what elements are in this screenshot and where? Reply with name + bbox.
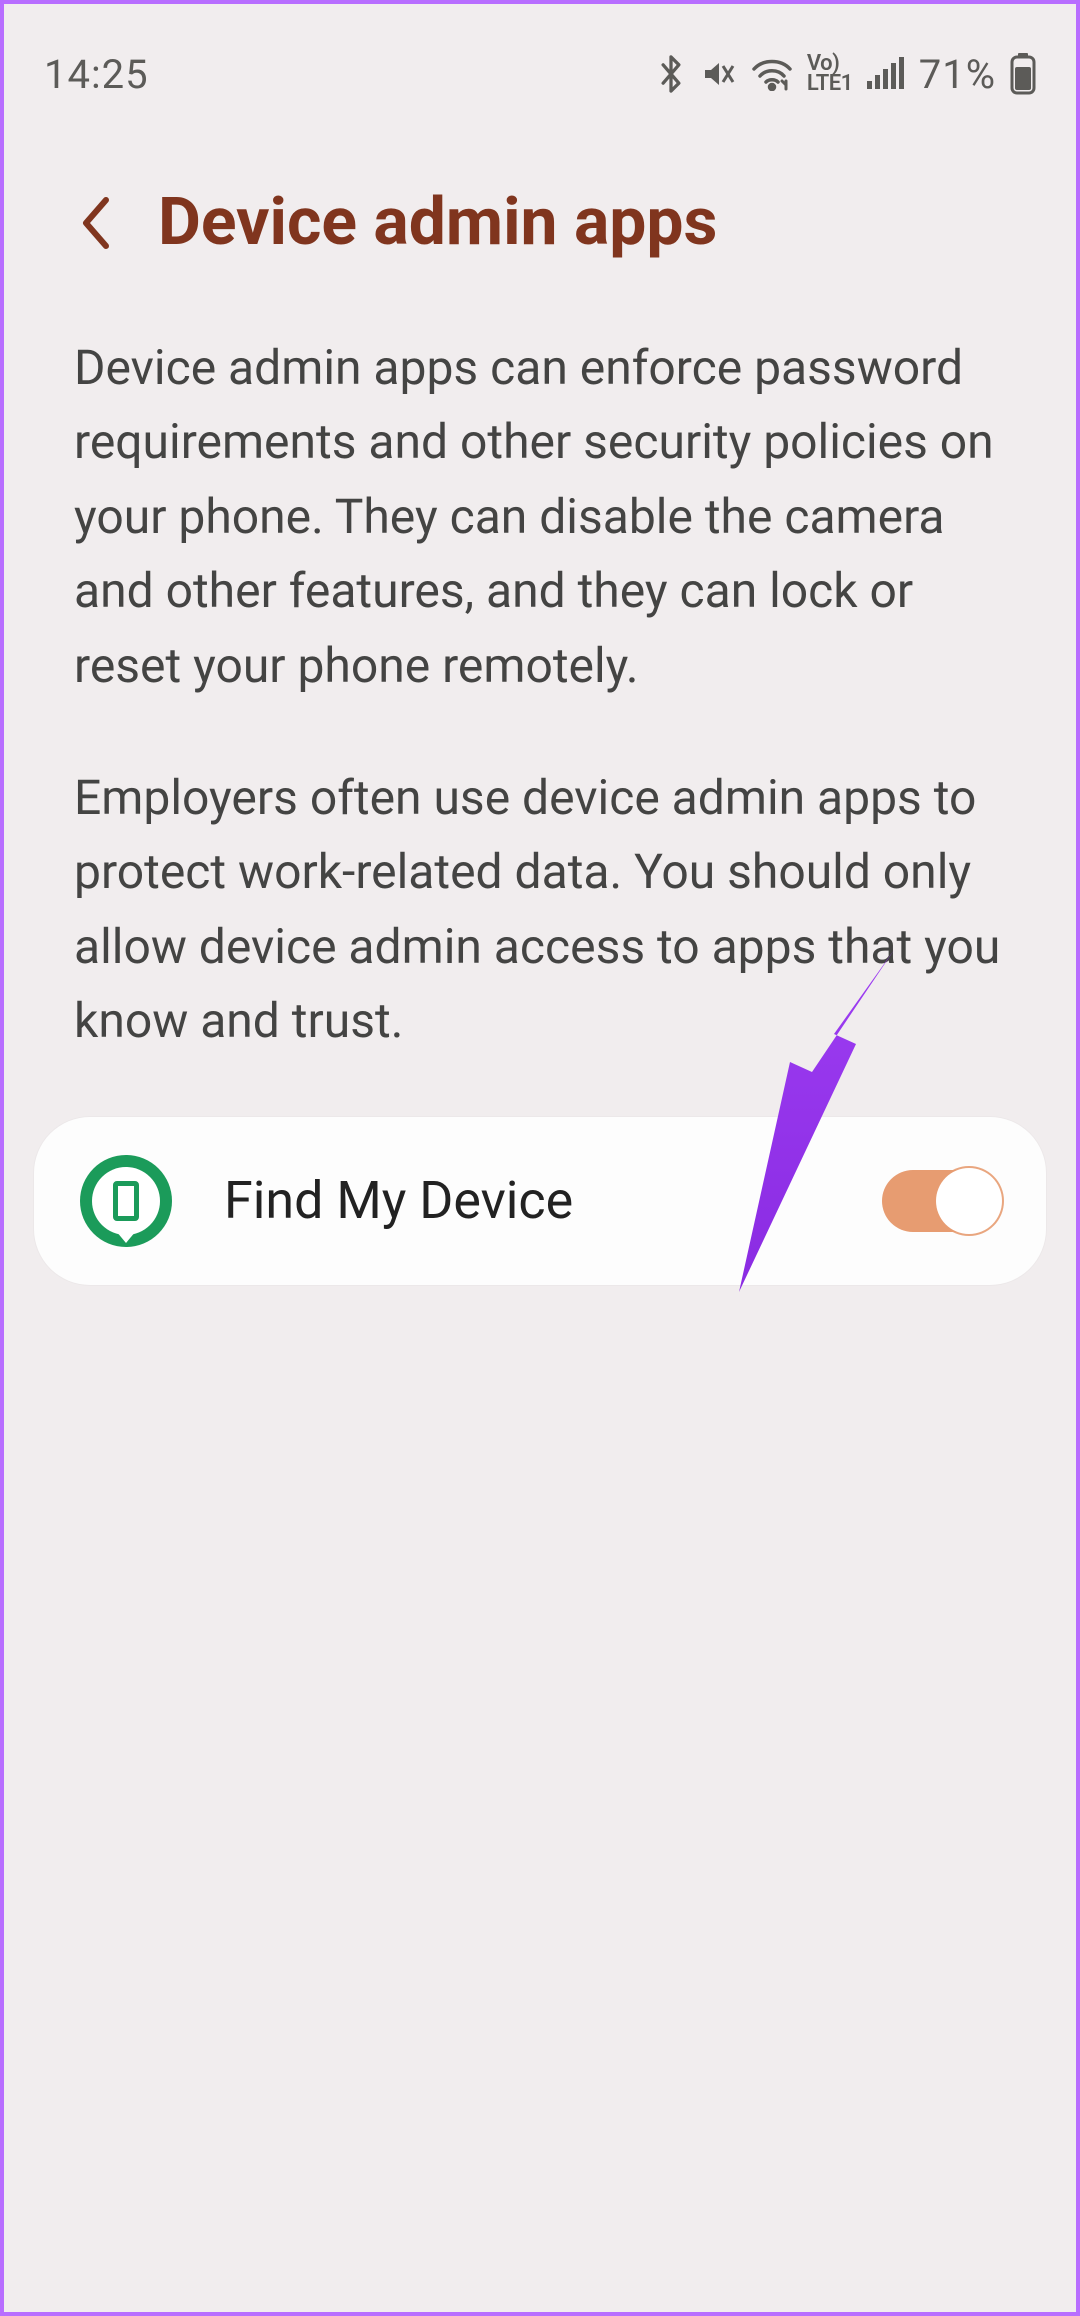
back-button[interactable] <box>74 190 118 256</box>
page-title: Device admin apps <box>158 184 717 261</box>
battery-icon <box>1010 53 1036 95</box>
page-description: Device admin apps can enforce password r… <box>4 301 1076 1059</box>
admin-app-row[interactable]: Find My Device <box>34 1117 1046 1285</box>
battery-percentage: 71% <box>919 51 996 98</box>
admin-app-label: Find My Device <box>224 1170 830 1231</box>
admin-app-toggle[interactable] <box>882 1170 1000 1232</box>
status-time: 14:25 <box>44 51 149 98</box>
chevron-left-icon <box>78 194 114 252</box>
find-my-device-icon <box>80 1155 172 1247</box>
bluetooth-icon <box>655 53 687 95</box>
signal-icon <box>867 57 905 91</box>
page-header: Device admin apps <box>4 114 1076 301</box>
toggle-knob <box>936 1168 1002 1234</box>
description-paragraph-2: Employers often use device admin apps to… <box>74 761 1006 1059</box>
description-paragraph-1: Device admin apps can enforce password r… <box>74 331 1006 703</box>
volte-icon: Vo)LTE1 <box>807 54 853 94</box>
status-bar: 14:25 Vo)LTE1 <box>4 4 1076 114</box>
mute-icon <box>701 56 737 92</box>
status-indicators: Vo)LTE1 71% <box>655 51 1036 98</box>
wifi-icon <box>751 57 793 91</box>
